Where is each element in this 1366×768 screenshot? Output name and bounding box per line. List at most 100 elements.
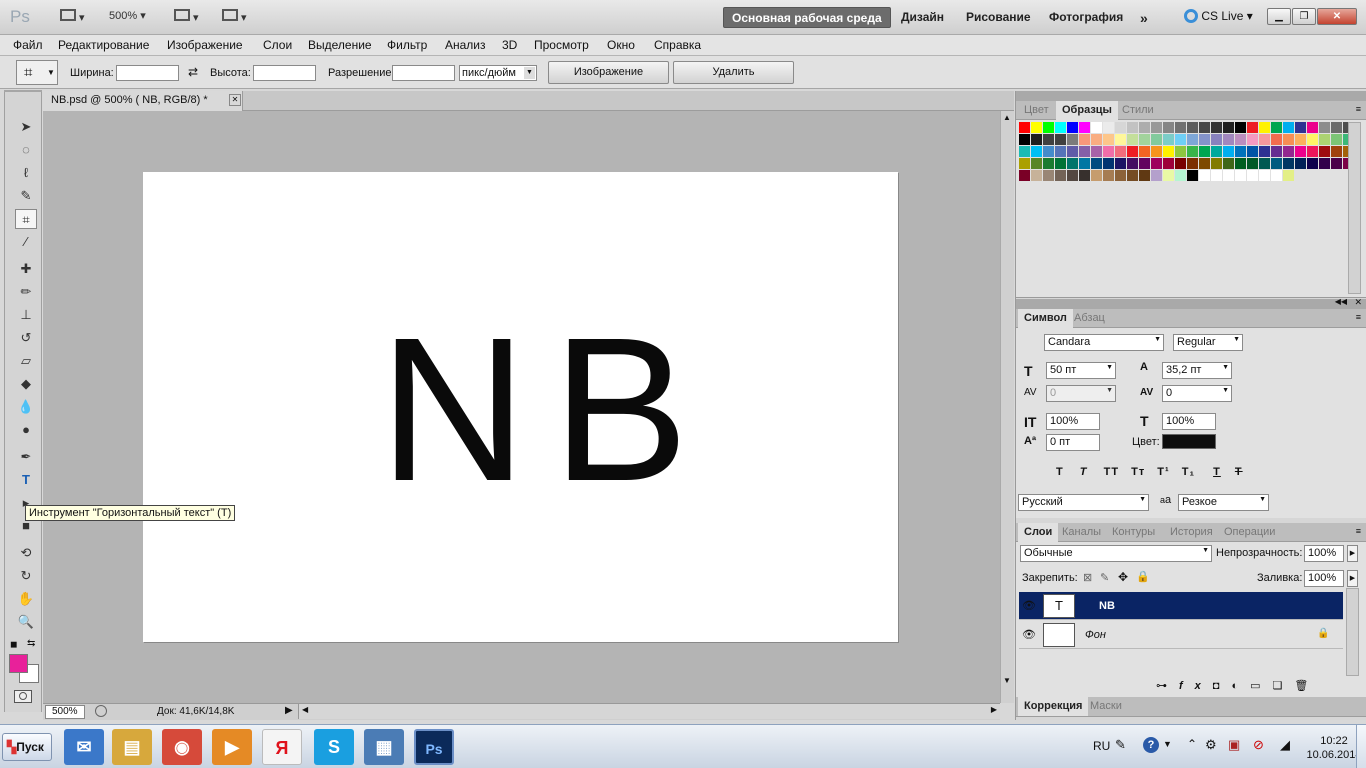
color-swatch[interactable] [1103, 158, 1114, 169]
color-swatch[interactable] [1247, 170, 1258, 181]
swap-colors-icon[interactable]: ⇆ [27, 638, 35, 649]
new-layer-icon[interactable]: ❏ [1273, 680, 1295, 692]
color-swatch[interactable] [1067, 170, 1078, 181]
color-swatch[interactable] [1151, 134, 1162, 145]
fill-input[interactable]: 100% [1304, 570, 1344, 587]
skype-icon[interactable]: S [314, 729, 354, 765]
layer-row-nb[interactable]: 👁 T NB [1019, 592, 1343, 620]
color-swatch[interactable] [1187, 158, 1198, 169]
menu-file[interactable]: Файл [13, 38, 43, 52]
photoshop-icon[interactable]: Ps [414, 729, 454, 765]
color-swatch[interactable] [1271, 122, 1282, 133]
color-swatch[interactable] [1271, 170, 1282, 181]
scroll-left-icon[interactable]: ◀ [302, 705, 308, 714]
hand-tool-icon[interactable]: ✋ [15, 589, 37, 609]
canvas-text-layer[interactable]: NB [379, 307, 714, 512]
color-swatch[interactable] [1235, 122, 1246, 133]
status-menu-arrow-icon[interactable]: ▶ [285, 705, 293, 716]
color-swatch[interactable] [1223, 146, 1234, 157]
color-swatch[interactable] [1055, 122, 1066, 133]
start-button[interactable]: ▚Пуск [2, 733, 52, 761]
color-swatch[interactable] [1163, 158, 1174, 169]
color-swatch[interactable] [1115, 170, 1126, 181]
more-workspaces-button[interactable]: » [1132, 7, 1156, 28]
antialias-select[interactable]: Резкое ▼ [1178, 494, 1269, 511]
color-swatch[interactable] [1127, 170, 1138, 181]
horizontal-type-tool-icon[interactable]: T [15, 470, 37, 490]
eyedropper-tool-icon[interactable]: ⁄ [15, 232, 37, 252]
color-swatch[interactable] [1067, 158, 1078, 169]
font-size-select[interactable]: 50 пт ▼ [1046, 362, 1116, 379]
color-swatch[interactable] [1103, 122, 1114, 133]
color-swatch[interactable] [1211, 158, 1222, 169]
zoom-field[interactable]: 500% [45, 705, 85, 719]
menu-select[interactable]: Выделение [308, 38, 372, 52]
opacity-input[interactable]: 100% [1304, 545, 1344, 562]
color-swatch[interactable] [1199, 122, 1210, 133]
clear-button[interactable]: Удалить [673, 61, 794, 84]
superscript-button[interactable]: T¹ [1157, 466, 1169, 478]
screen-mode-button[interactable]: ▾ [222, 9, 256, 26]
color-swatch[interactable] [1223, 122, 1234, 133]
workspace-photography-button[interactable]: Фотография [1041, 7, 1131, 28]
menu-layers[interactable]: Слои [263, 38, 292, 52]
color-swatch[interactable] [1115, 146, 1126, 157]
kerning-select[interactable]: 0 ▼ [1046, 385, 1116, 402]
chrome-icon[interactable]: ◉ [162, 729, 202, 765]
color-swatch[interactable] [1283, 170, 1294, 181]
color-swatch[interactable] [1199, 170, 1210, 181]
color-swatch[interactable] [1091, 146, 1102, 157]
color-swatch[interactable] [1235, 170, 1246, 181]
color-swatch[interactable] [1163, 146, 1174, 157]
workspace-painting-button[interactable]: Рисование [958, 7, 1039, 28]
color-swatch[interactable] [1151, 122, 1162, 133]
vertical-scale-input[interactable]: 100% [1046, 413, 1100, 430]
color-swatch[interactable] [1259, 122, 1270, 133]
panel-menu-icon[interactable]: ≡ [1356, 526, 1361, 536]
color-swatch[interactable] [1187, 134, 1198, 145]
layer-row-background[interactable]: 👁 Фон 🔒 [1019, 621, 1343, 649]
scroll-right-icon[interactable]: ▶ [991, 705, 997, 714]
color-swatch[interactable] [1067, 122, 1078, 133]
color-swatch[interactable] [1307, 158, 1318, 169]
zoom-level-dropdown[interactable]: 500% ▾ [109, 9, 159, 26]
height-input[interactable] [253, 65, 316, 81]
text-color-swatch[interactable] [1162, 434, 1216, 449]
blur-tool-icon[interactable]: 💧 [15, 397, 37, 417]
color-swatch[interactable] [1295, 134, 1306, 145]
color-swatch[interactable] [1199, 146, 1210, 157]
color-swatch[interactable] [1139, 170, 1150, 181]
color-swatch[interactable] [1091, 122, 1102, 133]
menu-3d[interactable]: 3D [502, 38, 517, 52]
color-swatch[interactable] [1211, 134, 1222, 145]
color-swatch[interactable] [1187, 122, 1198, 133]
color-swatch[interactable] [1043, 158, 1054, 169]
color-swatch[interactable] [1139, 158, 1150, 169]
color-swatch[interactable] [1187, 170, 1198, 181]
faux-bold-button[interactable]: T [1056, 466, 1064, 478]
color-swatch[interactable] [1043, 146, 1054, 157]
color-swatch[interactable] [1187, 146, 1198, 157]
color-swatch[interactable] [1331, 122, 1342, 133]
color-swatch[interactable] [1259, 146, 1270, 157]
show-desktop-button[interactable] [1356, 725, 1366, 768]
font-style-select[interactable]: Regular ▼ [1173, 334, 1243, 351]
color-swatch[interactable] [1055, 170, 1066, 181]
color-swatch[interactable] [1295, 146, 1306, 157]
faux-italic-button[interactable]: T [1080, 466, 1088, 478]
color-swatch[interactable] [1319, 122, 1330, 133]
quick-selection-tool-icon[interactable]: ✎ [15, 186, 37, 206]
default-colors-icon[interactable]: ◼ [10, 639, 17, 650]
color-swatch[interactable] [1043, 170, 1054, 181]
lock-pixels-icon[interactable]: ✎ [1100, 571, 1109, 584]
color-swatch[interactable] [1079, 122, 1090, 133]
panel-menu-icon[interactable]: ≡ [1356, 312, 1361, 322]
underline-button[interactable]: T [1213, 466, 1221, 478]
vertical-scrollbar[interactable]: ▲ ▼ [1000, 111, 1014, 703]
scroll-down-icon[interactable]: ▼ [1003, 676, 1011, 685]
color-swatch[interactable] [1247, 158, 1258, 169]
color-swatch[interactable] [1259, 158, 1270, 169]
color-swatch[interactable] [1235, 158, 1246, 169]
color-swatch[interactable] [1223, 158, 1234, 169]
yandex-icon[interactable]: Я [262, 729, 302, 765]
